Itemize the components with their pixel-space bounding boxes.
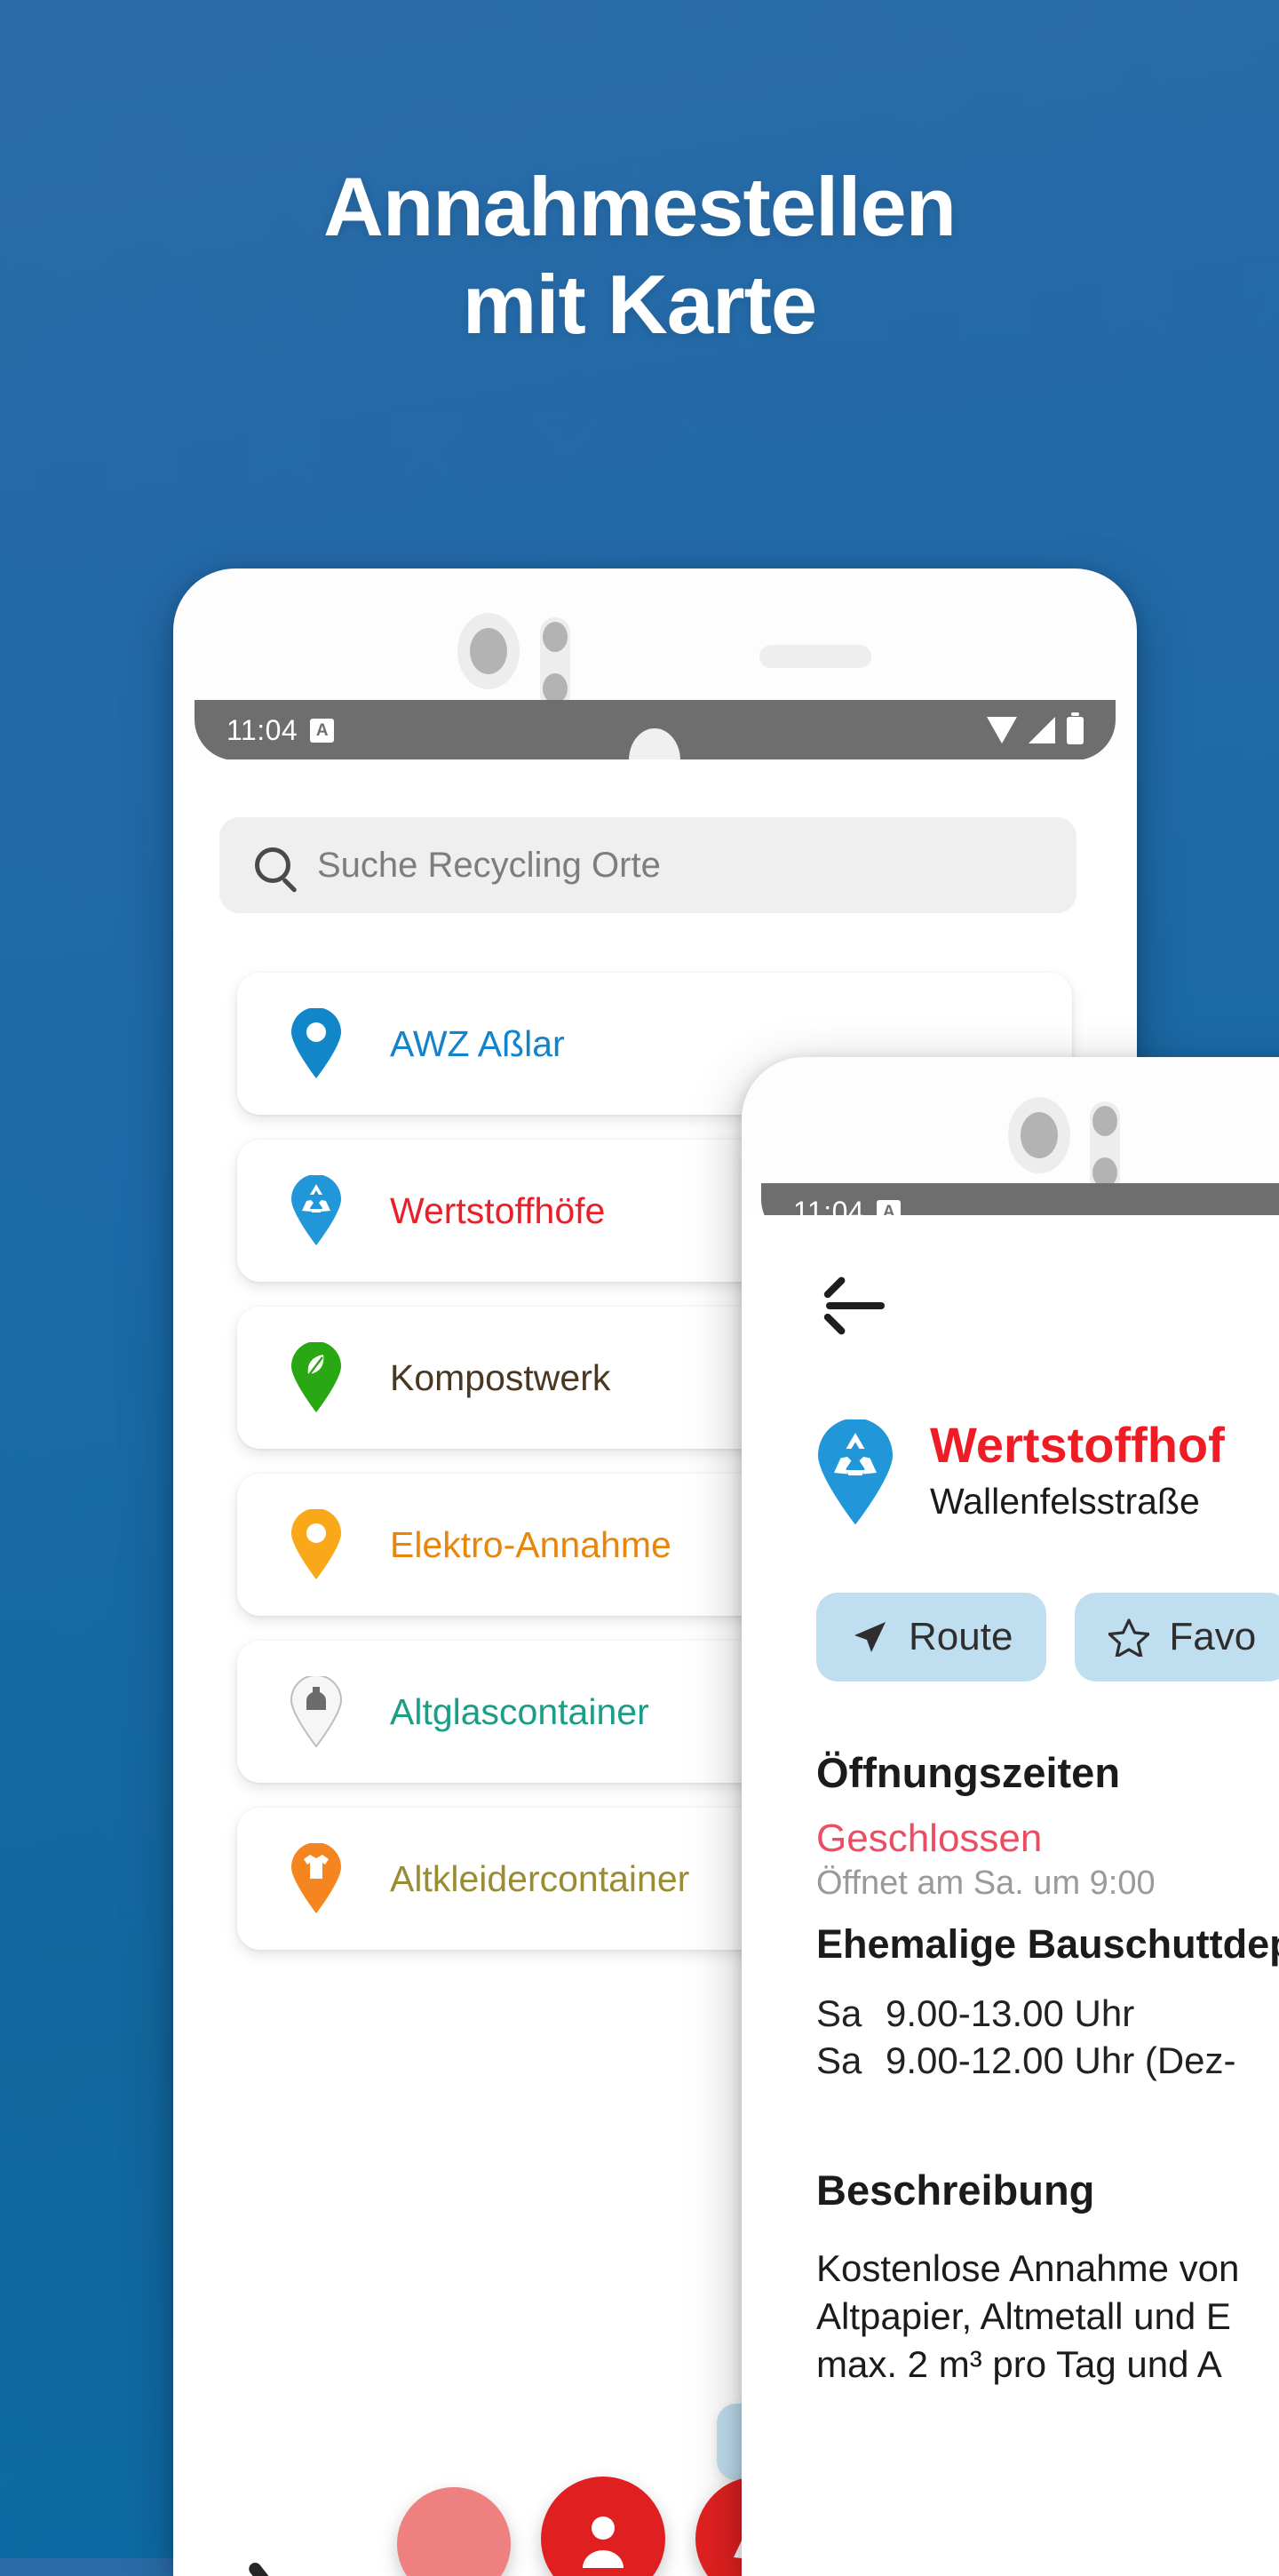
shirt-pin-icon xyxy=(290,1843,342,1914)
star-icon xyxy=(1108,1618,1150,1657)
list-item-label: Kompostwerk xyxy=(390,1356,611,1398)
next-open-text: Öffnet am Sa. um 9:00 xyxy=(816,1864,1156,1902)
list-item-label: Wertstoffhöfe xyxy=(390,1189,606,1231)
place-address: Wallenfelsstraße xyxy=(930,1480,1200,1522)
sensor-dots-icon xyxy=(1090,1101,1120,1194)
location-pin-icon xyxy=(290,1509,342,1580)
search-placeholder: Suche Recycling Orte xyxy=(317,845,661,885)
list-item-label: Altglascontainer xyxy=(390,1690,649,1732)
phone-mockup-detail: 11:04 A Wertstoffhof Wallenfelsstraße Ro… xyxy=(742,1057,1279,2576)
person-fab-button[interactable] xyxy=(541,2477,665,2576)
route-button-label: Route xyxy=(909,1615,1013,1658)
hours-time: 9.00-13.00 Uhr xyxy=(886,1992,1135,2034)
status-badge: Geschlossen xyxy=(816,1817,1043,1860)
earpiece-speaker xyxy=(759,645,871,668)
list-item-label: Elektro-Annahme xyxy=(390,1523,671,1565)
opening-hours-title: Öffnungszeiten xyxy=(816,1749,1121,1796)
back-chevron-icon[interactable] xyxy=(246,2560,285,2576)
hours-row: Sa 9.00-13.00 Uhr xyxy=(816,1991,1279,2038)
wifi-icon xyxy=(987,717,1017,743)
hours-day: Sa xyxy=(816,2039,862,2081)
headline-line-1: Annahmestellen xyxy=(322,160,957,253)
navigation-arrow-icon xyxy=(850,1618,889,1657)
action-buttons: Route Favo xyxy=(816,1593,1279,1682)
search-icon xyxy=(255,847,290,883)
opening-hours-section: Öffnungszeiten Geschlossen Öffnet am Sa.… xyxy=(816,1748,1156,1903)
secondary-fab[interactable] xyxy=(397,2487,511,2576)
hours-day: Sa xyxy=(816,1992,862,2034)
former-depot-section: Ehemalige Bauschuttdep Sa 9.00-13.00 Uhr … xyxy=(816,1921,1279,2085)
location-pin-icon xyxy=(290,1008,342,1079)
route-button[interactable]: Route xyxy=(816,1593,1047,1682)
page-title: Annahmestellen mit Karte xyxy=(0,158,1279,354)
detail-screen: Wertstoffhof Wallenfelsstraße Route Favo… xyxy=(742,1215,1279,2576)
hours-time: 9.00-12.00 Uhr (Dez- xyxy=(886,2039,1236,2081)
place-title: Wertstoffhof xyxy=(930,1417,1225,1473)
description-line: Altpapier, Altmetall und E xyxy=(816,2294,1231,2337)
recycle-pin-icon xyxy=(290,1175,342,1246)
description-line: max. 2 m³ pro Tag und A xyxy=(816,2342,1222,2385)
description-section: Beschreibung Kostenlose Annahme von Altp… xyxy=(816,2166,1239,2388)
status-time: 11:04 xyxy=(226,713,298,746)
hours-row: Sa 9.00-12.00 Uhr (Dez- xyxy=(816,2038,1279,2085)
front-camera-icon xyxy=(457,613,520,689)
person-icon xyxy=(583,2516,624,2568)
alarm-badge-icon: A xyxy=(310,718,335,743)
list-item-label: Altkleidercontainer xyxy=(390,1857,690,1899)
favorite-button[interactable]: Favo xyxy=(1075,1593,1279,1682)
phone-b-bezel xyxy=(742,1057,1279,1194)
search-input[interactable]: Suche Recycling Orte xyxy=(219,817,1076,913)
favorite-button-label: Favo xyxy=(1169,1615,1257,1658)
back-arrow-icon[interactable] xyxy=(826,1302,885,1309)
list-item-label: AWZ Aßlar xyxy=(390,1022,565,1064)
description-title: Beschreibung xyxy=(816,2167,1095,2214)
phone-a-bezel xyxy=(173,568,1137,710)
description-line: Kostenlose Annahme von xyxy=(816,2247,1240,2289)
front-camera-icon xyxy=(1008,1097,1070,1173)
leaf-pin-icon xyxy=(290,1342,342,1413)
recycle-pin-icon xyxy=(816,1419,894,1526)
former-depot-title: Ehemalige Bauschuttdep xyxy=(816,1921,1279,1967)
signal-icon xyxy=(1029,717,1055,743)
place-header: Wertstoffhof Wallenfelsstraße xyxy=(816,1419,1225,1526)
battery-icon xyxy=(1067,712,1084,744)
sensor-dots-icon xyxy=(540,617,570,710)
headline-line-2: mit Karte xyxy=(462,257,817,351)
bottle-pin-icon xyxy=(290,1676,342,1747)
